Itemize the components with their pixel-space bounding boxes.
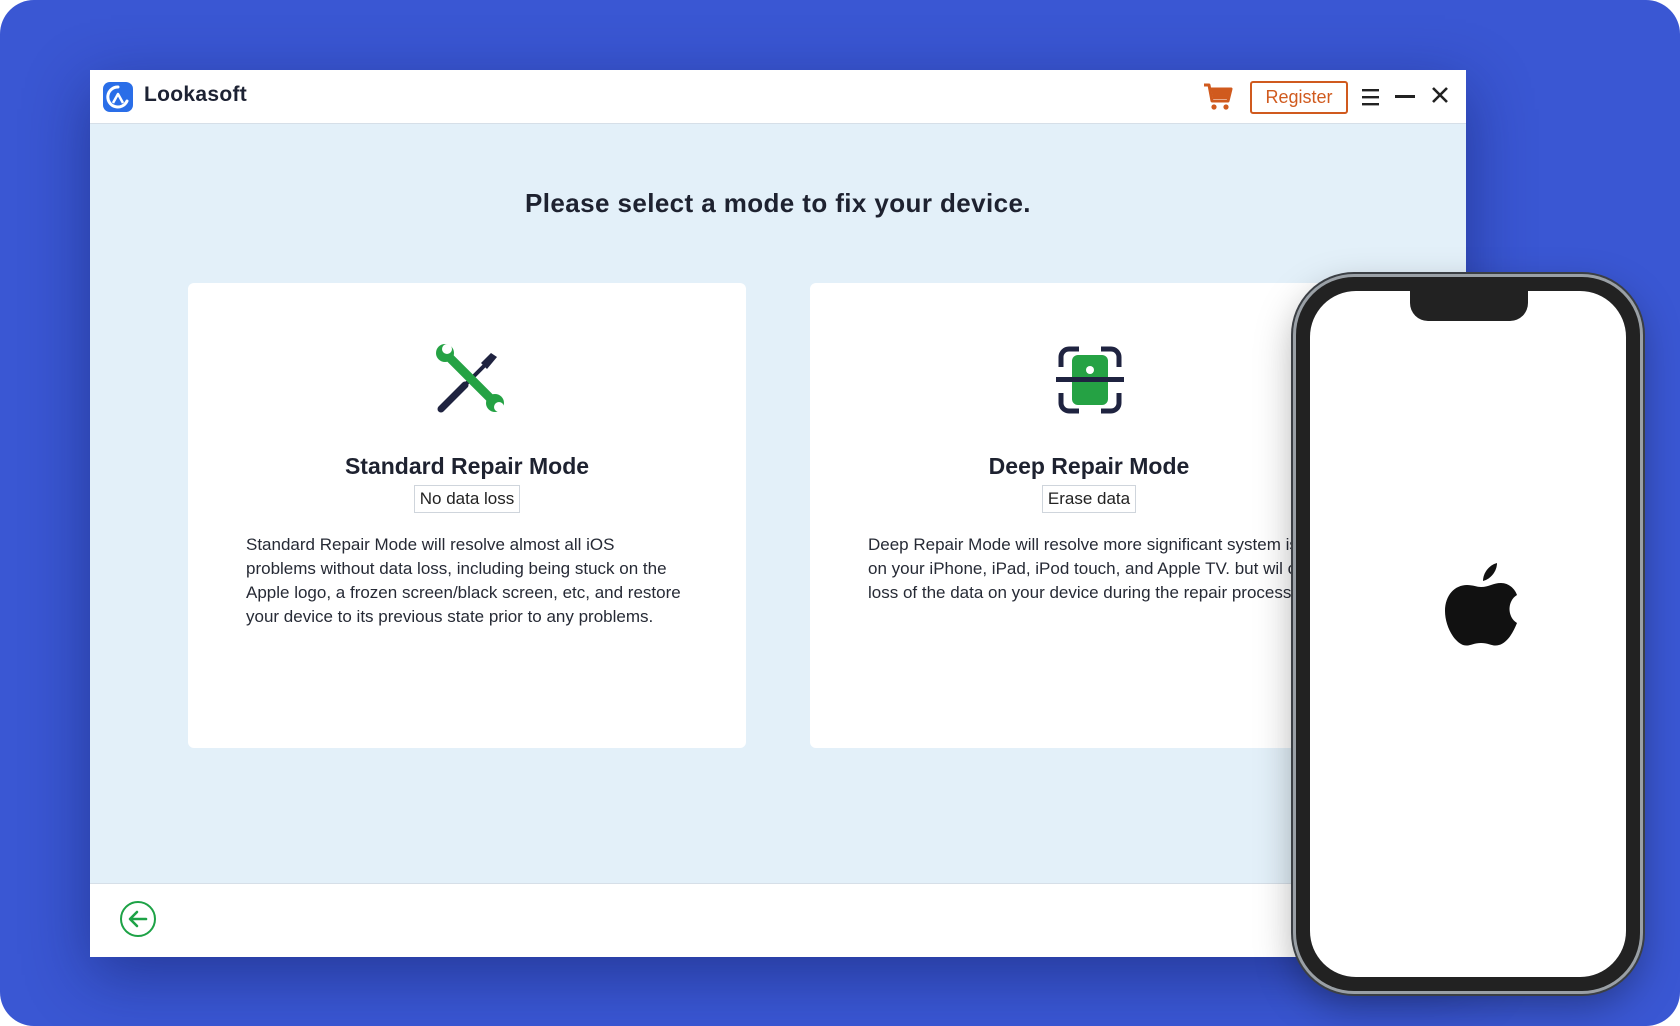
- badge-row: No data loss: [188, 485, 746, 513]
- iphone-illustration: [1296, 277, 1640, 991]
- page-title: Please select a mode to fix your device.: [525, 188, 1031, 218]
- phone-notch: [1410, 291, 1528, 321]
- app-name: Lookasoft: [144, 83, 248, 106]
- erase-data-badge: Erase data: [1041, 485, 1137, 513]
- back-button[interactable]: [120, 901, 156, 937]
- cart-icon[interactable]: [1202, 80, 1234, 112]
- register-button[interactable]: Register: [1250, 81, 1348, 114]
- menu-icon[interactable]: [1360, 87, 1382, 107]
- standard-mode-title: Standard Repair Mode: [344, 453, 590, 479]
- close-icon[interactable]: [1430, 85, 1450, 105]
- background-stage: Lookasoft Register Please select a mode …: [0, 0, 1680, 1026]
- badge-row: Erase data: [810, 485, 1368, 513]
- standard-repair-mode-card[interactable]: Standard Repair Mode No data loss Standa…: [188, 283, 746, 748]
- lookasoft-logo-icon: [103, 82, 133, 112]
- deep-repair-mode-card[interactable]: Deep Repair Mode Erase data Deep Repair …: [810, 283, 1368, 748]
- title-bar: Lookasoft Register: [90, 70, 1466, 124]
- standard-mode-description: Standard Repair Mode will resolve almost…: [246, 535, 681, 626]
- back-arrow-icon: [128, 910, 148, 928]
- footer-bar: [90, 883, 1466, 957]
- apple-logo-icon: [1445, 563, 1517, 649]
- deep-mode-description: Deep Repair Mode will resolve more signi…: [868, 535, 1334, 602]
- minimize-icon[interactable]: [1395, 95, 1415, 98]
- wrench-screwdriver-icon: [431, 343, 505, 417]
- app-window: Lookasoft Register Please select a mode …: [90, 70, 1466, 957]
- phone-scan-icon: [1053, 343, 1127, 417]
- no-data-loss-badge: No data loss: [413, 485, 521, 513]
- phone-screen: [1310, 291, 1626, 977]
- deep-mode-title: Deep Repair Mode: [988, 453, 1190, 479]
